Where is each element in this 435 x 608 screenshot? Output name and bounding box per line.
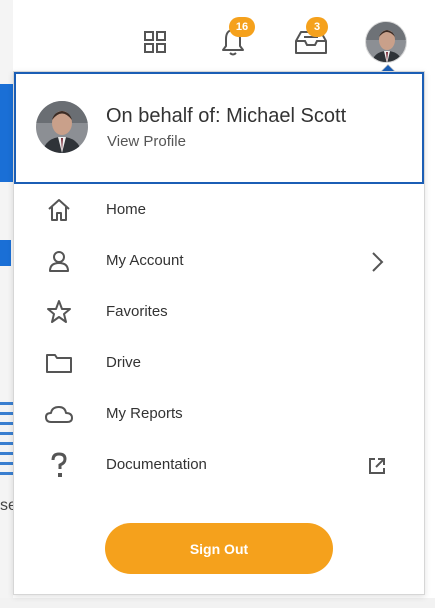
menu-item-my-reports[interactable]: My Reports: [14, 392, 424, 436]
profile-card[interactable]: On behalf of: Michael Scott View Profile: [14, 72, 424, 184]
background-footer: [0, 598, 435, 608]
avatar: [36, 101, 88, 153]
menu-item-favorites[interactable]: Favorites: [14, 290, 424, 334]
menu-item-label: Home: [106, 201, 147, 218]
top-header: 16 3: [0, 0, 435, 72]
menu-item-label: My Reports: [106, 405, 183, 422]
menu-item-label: Drive: [106, 354, 142, 371]
avatar: [366, 22, 406, 62]
view-profile-link[interactable]: View Profile: [107, 133, 186, 150]
external-link-icon: [364, 453, 390, 479]
grid-icon: [144, 31, 166, 53]
star-icon: [44, 298, 74, 326]
background-panel: [0, 240, 11, 266]
sign-out-button[interactable]: Sign Out: [105, 523, 333, 574]
profile-name: On behalf of: Michael Scott: [106, 105, 347, 127]
question-icon: [44, 451, 74, 479]
menu-item-label: Documentation: [106, 456, 207, 473]
inbox-count-badge: 3: [306, 17, 328, 37]
menu-item-my-account[interactable]: My Account: [14, 239, 424, 283]
home-icon: [44, 196, 74, 224]
background-panel: [0, 84, 13, 182]
profile-dropdown-menu: On behalf of: Michael Scott View Profile…: [13, 71, 425, 595]
notification-count-badge: 16: [229, 17, 255, 37]
menu-item-label: Favorites: [106, 303, 168, 320]
menu-item-home[interactable]: Home: [14, 188, 424, 232]
menu-item-label: My Account: [106, 252, 184, 269]
user-icon: [44, 247, 74, 275]
cloud-icon: [44, 400, 74, 428]
folder-icon: [44, 349, 74, 377]
menu-item-documentation[interactable]: Documentation: [14, 443, 424, 487]
background-list: [0, 402, 13, 482]
chevron-right-icon: [364, 249, 390, 275]
menu-item-drive[interactable]: Drive: [14, 341, 424, 385]
user-avatar-button[interactable]: [365, 21, 407, 63]
apps-button[interactable]: [141, 28, 169, 56]
